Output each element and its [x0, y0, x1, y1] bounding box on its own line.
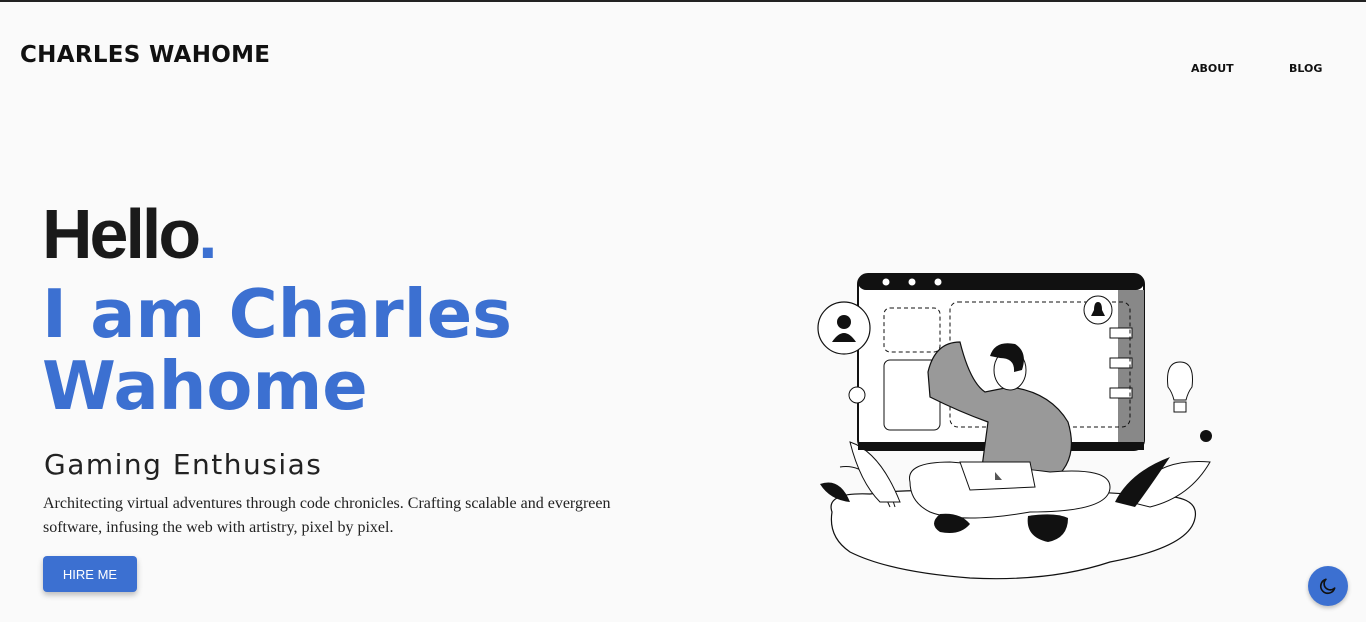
- hero-greeting: Hello.: [42, 199, 218, 269]
- site-logo[interactable]: CHARLES WAHOME: [20, 42, 270, 68]
- hire-me-button[interactable]: HIRE ME: [43, 556, 137, 592]
- theme-toggle-button[interactable]: [1308, 566, 1348, 606]
- nav-about[interactable]: ABOUT: [1191, 62, 1234, 75]
- hero-name-line2: Wahome: [42, 347, 368, 425]
- hero-description: Architecting virtual adventures through …: [43, 495, 611, 536]
- developer-illustration: [817, 273, 1212, 580]
- hero-role: Gaming Enthusias: [44, 448, 323, 481]
- hero-name: I am Charles Wahome: [42, 278, 512, 422]
- hero-name-line1: I am Charles: [42, 275, 513, 353]
- hero-greeting-dot: .: [198, 195, 218, 273]
- hero-greeting-text: Hello: [42, 195, 201, 273]
- moon-icon: [1319, 578, 1336, 595]
- nav-blog[interactable]: BLOG: [1289, 62, 1322, 75]
